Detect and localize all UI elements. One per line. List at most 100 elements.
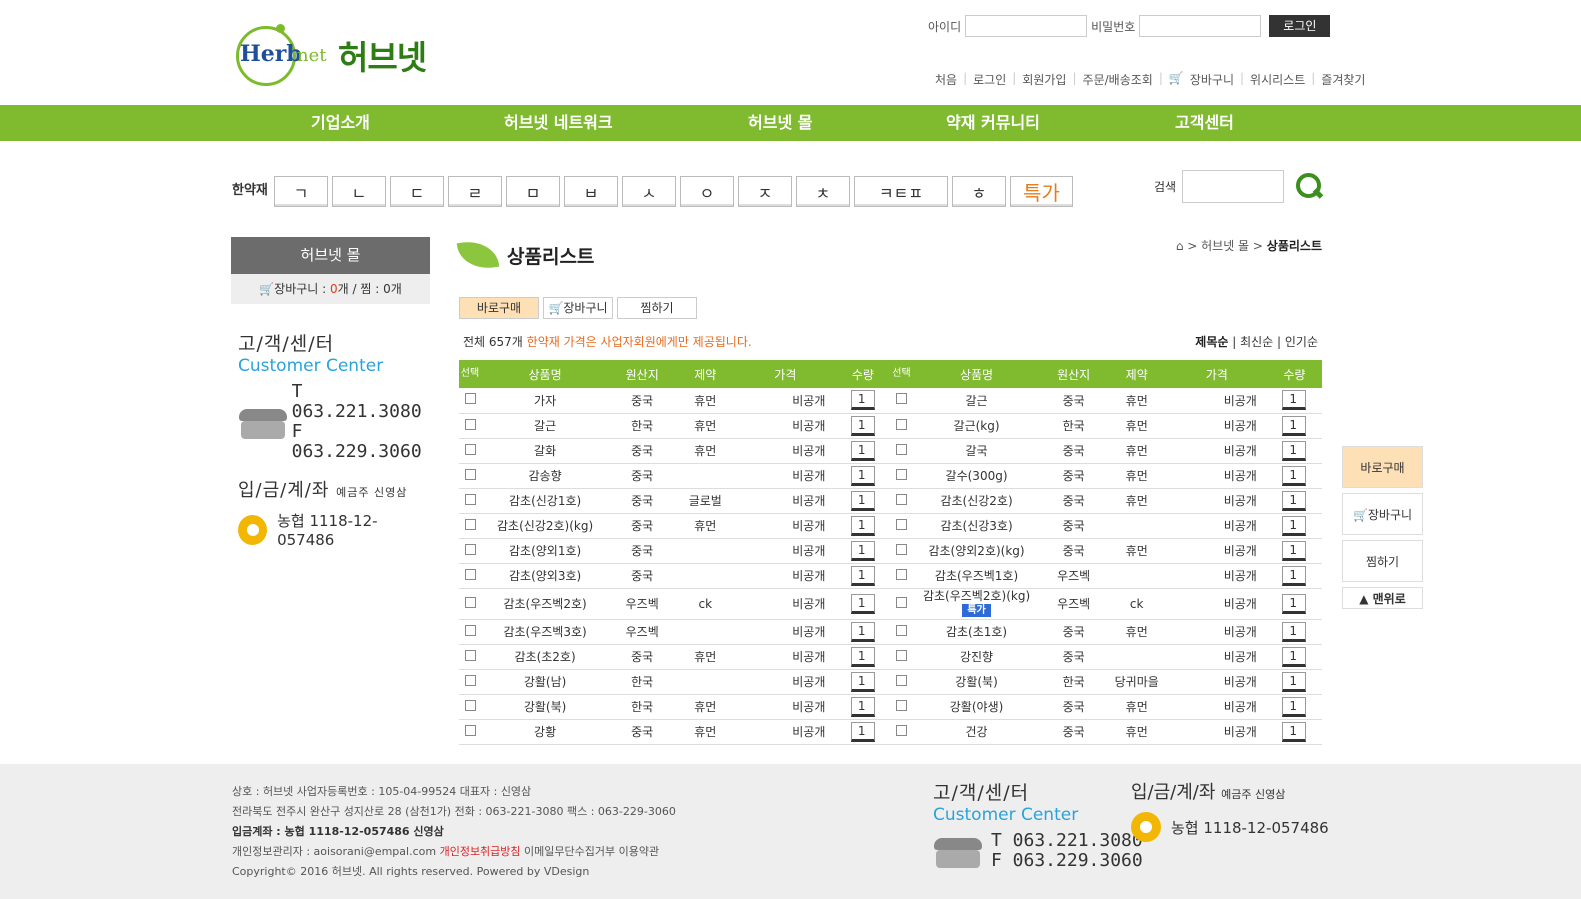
quantity-input[interactable]: 1 <box>850 440 875 461</box>
select-checkbox[interactable] <box>895 568 907 580</box>
select-checkbox[interactable] <box>464 596 476 608</box>
product-name[interactable]: 강활(남) <box>481 669 610 695</box>
product-name[interactable]: 갈국 <box>912 438 1041 464</box>
product-name[interactable]: 강활(북) <box>912 669 1041 695</box>
product-name[interactable]: 감초(초2호) <box>481 644 610 670</box>
quantity-input[interactable]: 1 <box>850 515 875 536</box>
select-checkbox[interactable] <box>895 443 907 455</box>
link-wishlist[interactable]: 위시리스트 <box>1250 71 1305 88</box>
scroll-top-button[interactable]: ▲ 맨위로 <box>1342 587 1423 609</box>
quantity-input[interactable]: 1 <box>1282 490 1307 511</box>
product-name[interactable]: 감초(우즈벡1호) <box>912 563 1041 589</box>
nav-company[interactable]: 기업소개 <box>311 105 370 141</box>
quantity-input[interactable]: 1 <box>1282 696 1307 717</box>
index-key[interactable]: ㅅ <box>622 176 676 207</box>
id-input[interactable] <box>965 15 1088 37</box>
index-key[interactable]: ㅋㅌㅍ <box>854 176 948 207</box>
select-checkbox[interactable] <box>464 493 476 505</box>
quantity-input[interactable]: 1 <box>850 415 875 436</box>
quantity-input[interactable]: 1 <box>1282 390 1307 411</box>
select-checkbox[interactable] <box>464 724 476 736</box>
quantity-input[interactable]: 1 <box>850 490 875 511</box>
index-key[interactable]: ㅈ <box>738 176 792 207</box>
link-home[interactable]: 처음 <box>935 71 957 88</box>
quantity-input[interactable]: 1 <box>1282 721 1307 742</box>
product-name[interactable]: 감초(우즈벡2호) <box>481 588 610 620</box>
quantity-input[interactable]: 1 <box>850 696 875 717</box>
quantity-input[interactable]: 1 <box>850 721 875 742</box>
buy-now-button[interactable]: 바로구매 <box>459 297 539 319</box>
product-name[interactable]: 건강 <box>912 719 1041 745</box>
quantity-input[interactable]: 1 <box>1282 646 1307 667</box>
nav-mall[interactable]: 허브넷 몰 <box>748 105 812 141</box>
select-checkbox[interactable] <box>464 624 476 636</box>
quick-cart-button[interactable]: 🛒장바구니 <box>1342 493 1423 535</box>
link-cart[interactable]: 장바구니 <box>1190 71 1234 88</box>
quantity-input[interactable]: 1 <box>1282 515 1307 536</box>
quick-wish-button[interactable]: 찜하기 <box>1342 540 1423 582</box>
select-checkbox[interactable] <box>895 493 907 505</box>
product-name[interactable]: 감초(양외1호) <box>481 538 610 564</box>
link-login[interactable]: 로그인 <box>973 71 1006 88</box>
product-name[interactable]: 강활(야생) <box>912 694 1041 720</box>
product-name[interactable]: 감초(우즈벡3호) <box>481 619 610 645</box>
link-bookmark[interactable]: 즐겨찾기 <box>1321 71 1365 88</box>
index-key[interactable]: ㄱ <box>274 176 328 207</box>
nav-support[interactable]: 고객센터 <box>1175 105 1234 141</box>
select-checkbox[interactable] <box>895 468 907 480</box>
nav-network[interactable]: 허브넷 네트워크 <box>504 105 613 141</box>
select-checkbox[interactable] <box>464 568 476 580</box>
product-name[interactable]: 가자 <box>481 388 610 414</box>
select-checkbox[interactable] <box>895 724 907 736</box>
quantity-input[interactable]: 1 <box>1282 565 1307 586</box>
select-checkbox[interactable] <box>464 418 476 430</box>
select-checkbox[interactable] <box>464 674 476 686</box>
quantity-input[interactable]: 1 <box>850 593 875 614</box>
select-checkbox[interactable] <box>464 393 476 405</box>
product-name[interactable]: 감초(초1호) <box>912 619 1041 645</box>
quantity-input[interactable]: 1 <box>850 540 875 561</box>
product-name[interactable]: 강활(북) <box>481 694 610 720</box>
sidebar-cart-summary[interactable]: 🛒장바구니 : 0개 / 찜 : 0개 <box>231 274 430 304</box>
quantity-input[interactable]: 1 <box>850 465 875 486</box>
product-name[interactable]: 감초(양외2호)(kg) <box>912 538 1041 564</box>
index-key[interactable]: ㄴ <box>332 176 386 207</box>
quantity-input[interactable]: 1 <box>1282 593 1307 614</box>
search-icon[interactable] <box>1296 172 1324 201</box>
quick-buy-button[interactable]: 바로구매 <box>1342 446 1423 488</box>
select-checkbox[interactable] <box>464 543 476 555</box>
index-key-special[interactable]: 특가 <box>1010 176 1073 207</box>
sort-title[interactable]: 제목순 <box>1195 335 1228 349</box>
select-checkbox[interactable] <box>464 443 476 455</box>
product-name[interactable]: 갈근 <box>481 413 610 439</box>
quantity-input[interactable]: 1 <box>850 671 875 692</box>
quantity-input[interactable]: 1 <box>850 390 875 411</box>
product-name[interactable]: 감초(양외3호) <box>481 563 610 589</box>
index-key[interactable]: ㅁ <box>506 176 560 207</box>
search-input[interactable] <box>1182 170 1285 203</box>
product-name[interactable]: 감초(신강1호) <box>481 488 610 514</box>
index-key[interactable]: ㅇ <box>680 176 734 207</box>
select-checkbox[interactable] <box>895 418 907 430</box>
quantity-input[interactable]: 1 <box>1282 540 1307 561</box>
index-key[interactable]: ㅊ <box>796 176 850 207</box>
product-name[interactable]: 강황 <box>481 719 610 745</box>
login-button[interactable]: 로그인 <box>1269 15 1331 37</box>
product-name[interactable]: 감초(우즈벡2호)(kg) 특가 <box>912 588 1041 620</box>
product-name[interactable]: 강진향 <box>912 644 1041 670</box>
link-join[interactable]: 회원가입 <box>1022 71 1066 88</box>
quantity-input[interactable]: 1 <box>850 565 875 586</box>
select-checkbox[interactable] <box>895 596 907 608</box>
product-name[interactable]: 감초(신강2호) <box>912 488 1041 514</box>
select-checkbox[interactable] <box>464 649 476 661</box>
link-orders[interactable]: 주문/배송조회 <box>1083 71 1153 88</box>
select-checkbox[interactable] <box>895 393 907 405</box>
nav-community[interactable]: 약재 커뮤니티 <box>946 105 1040 141</box>
product-name[interactable]: 갈근(kg) <box>912 413 1041 439</box>
quantity-input[interactable]: 1 <box>1282 440 1307 461</box>
add-cart-button[interactable]: 🛒장바구니 <box>543 297 613 319</box>
select-checkbox[interactable] <box>464 468 476 480</box>
pw-input[interactable] <box>1139 15 1262 37</box>
product-name[interactable]: 갈근 <box>912 388 1041 414</box>
select-checkbox[interactable] <box>895 543 907 555</box>
